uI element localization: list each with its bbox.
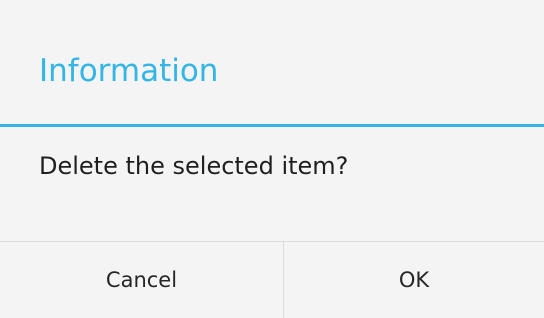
cancel-button-label: Cancel	[105, 268, 178, 292]
title-divider	[0, 124, 544, 127]
dialog-button-bar: Cancel OK	[0, 241, 544, 318]
cancel-button[interactable]: Cancel	[0, 242, 284, 318]
ok-button[interactable]: OK	[284, 242, 544, 318]
dialog-title: Information	[39, 53, 219, 89]
dialog-header: Information	[0, 0, 544, 127]
dialog-message: Delete the selected item?	[39, 152, 349, 180]
ok-button-label: OK	[398, 268, 430, 292]
confirm-dialog: Information Delete the selected item? Ca…	[0, 0, 544, 318]
